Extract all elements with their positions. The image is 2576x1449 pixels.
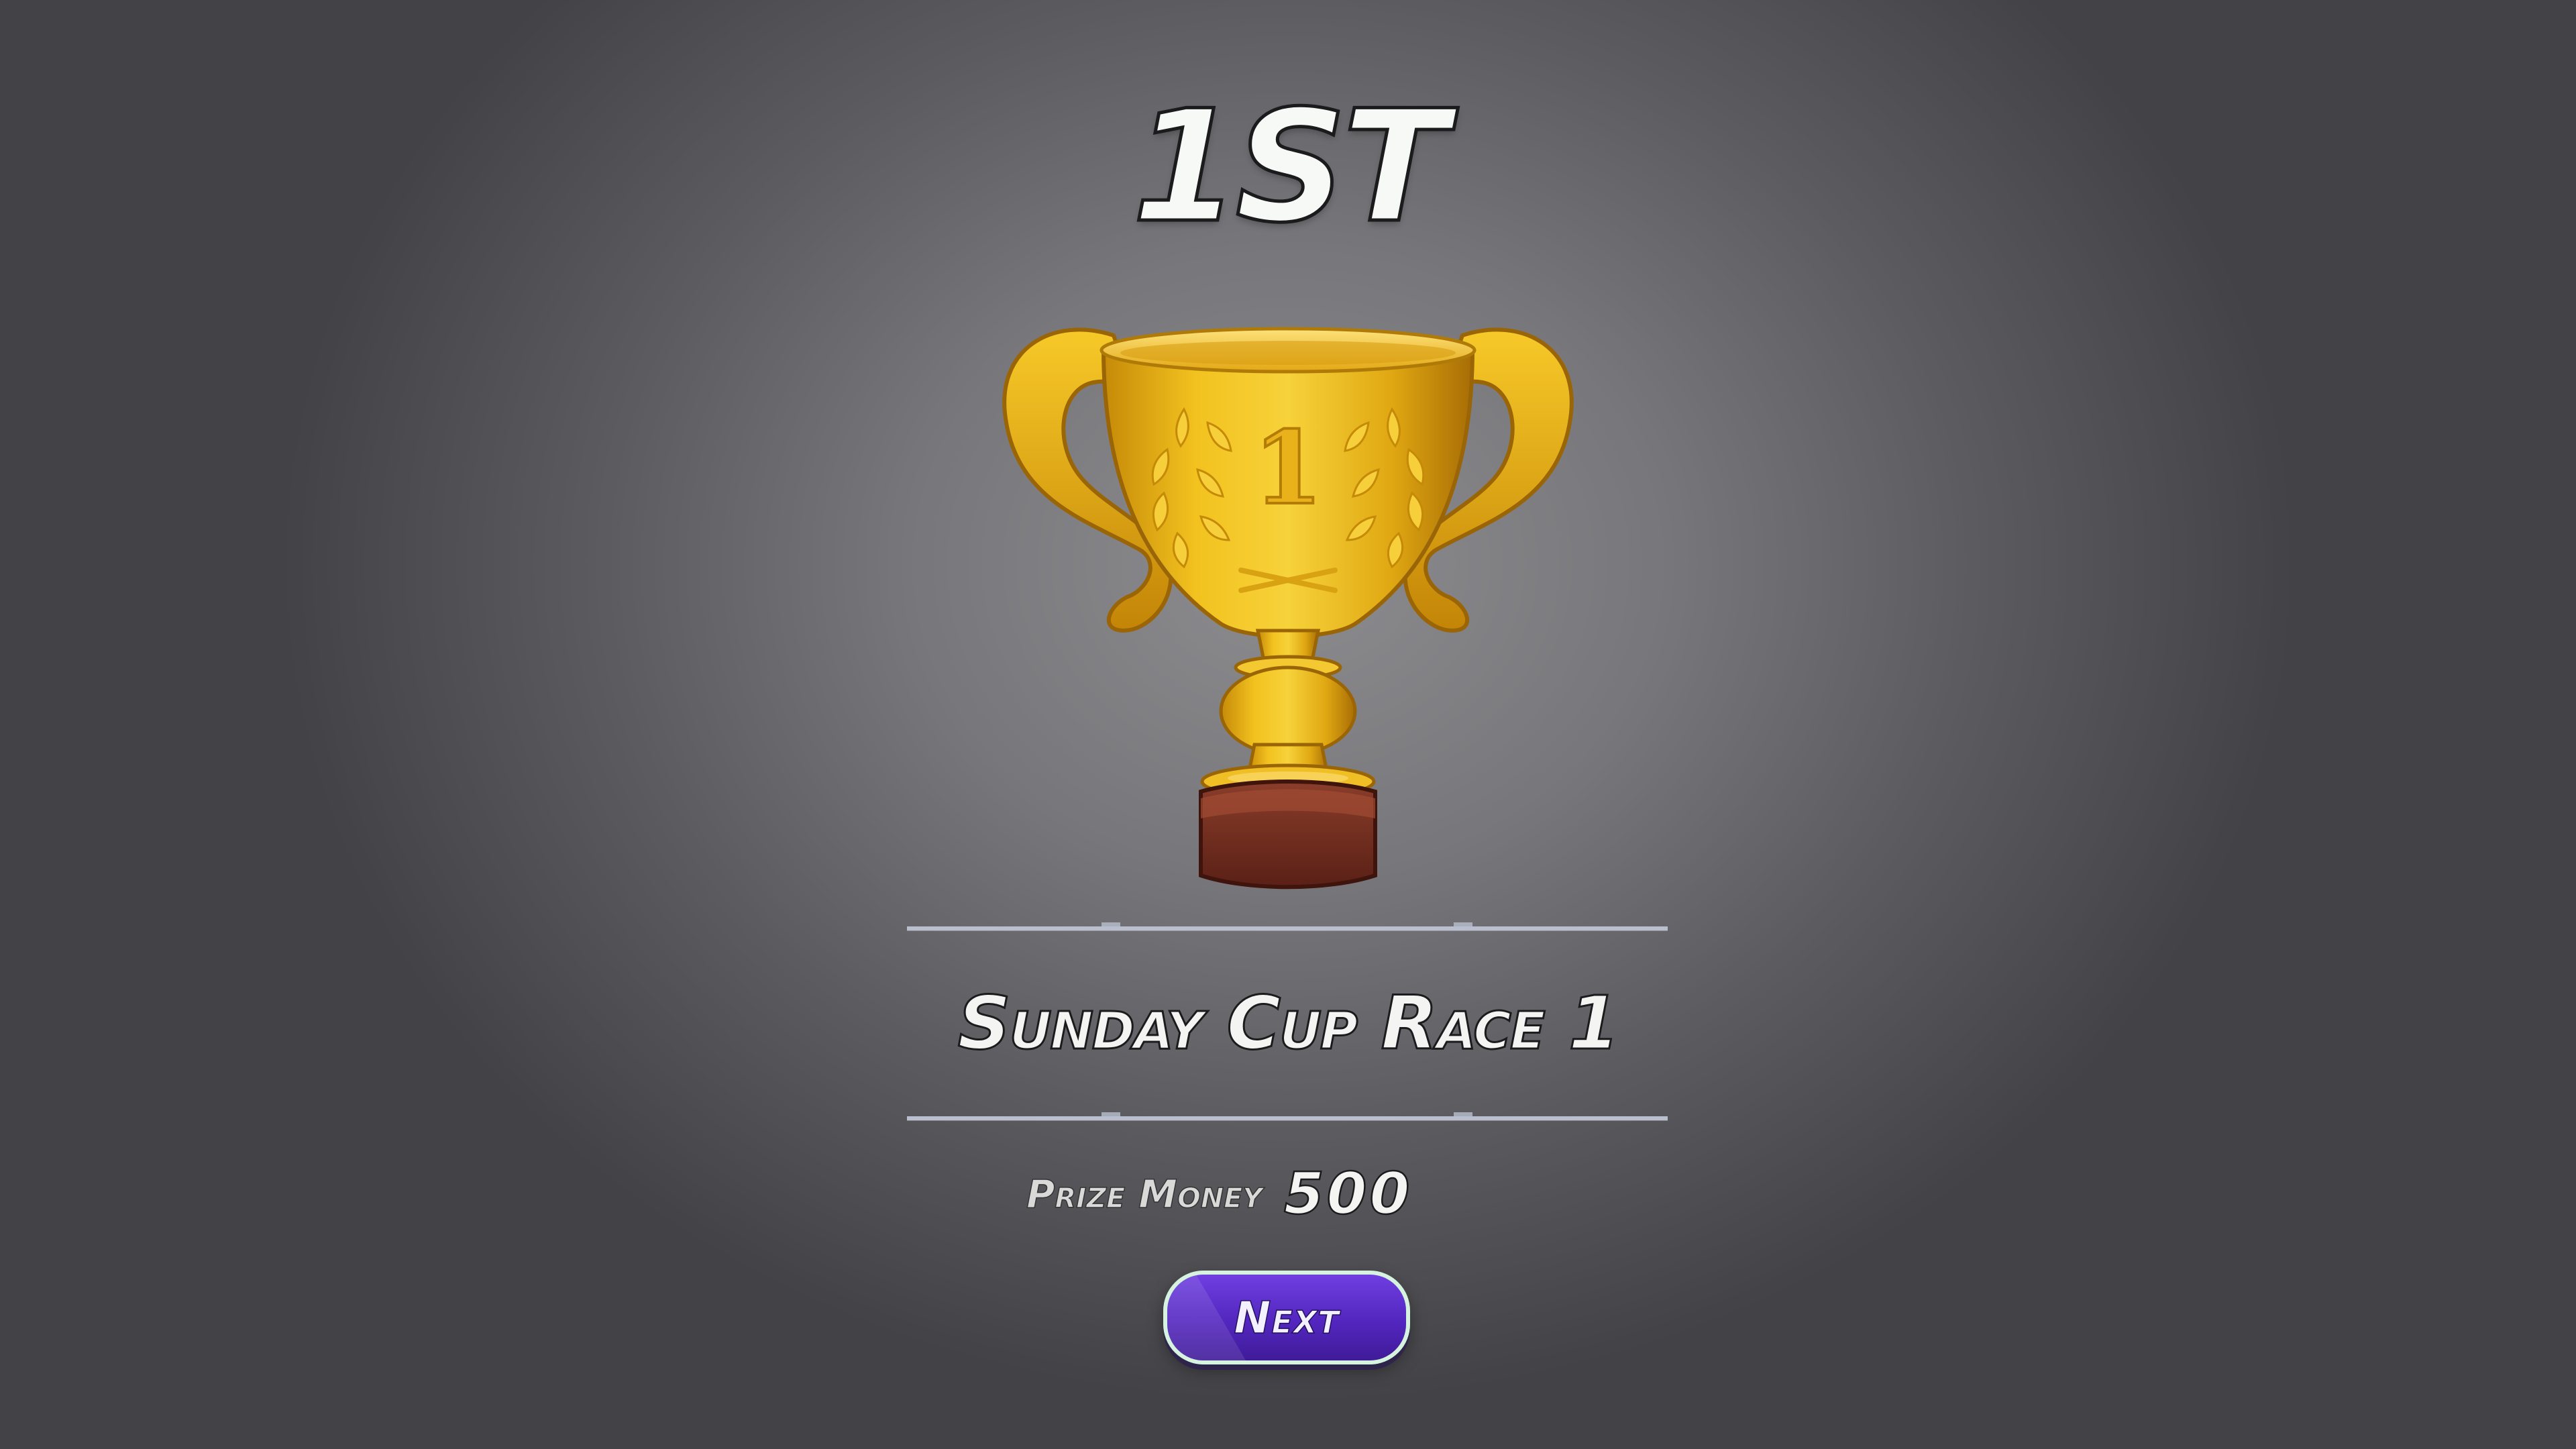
trophy-emblem-number: 1 xyxy=(1253,409,1323,527)
prize-money-value: 500 xyxy=(1283,1160,1413,1229)
placement-title: 1ST xyxy=(1130,78,1450,257)
divider-bottom xyxy=(907,1112,1668,1120)
next-button[interactable]: Next xyxy=(1163,1271,1410,1364)
next-button-label: Next xyxy=(1233,1291,1340,1344)
race-title: Sunday Cup Race 1 xyxy=(957,979,1621,1067)
divider-top xyxy=(907,922,1668,930)
trophy-icon: 1 xyxy=(1002,327,1574,890)
prize-row: Prize Money 500 xyxy=(1026,1154,1697,1234)
prize-money-label: Prize Money xyxy=(1026,1171,1263,1218)
